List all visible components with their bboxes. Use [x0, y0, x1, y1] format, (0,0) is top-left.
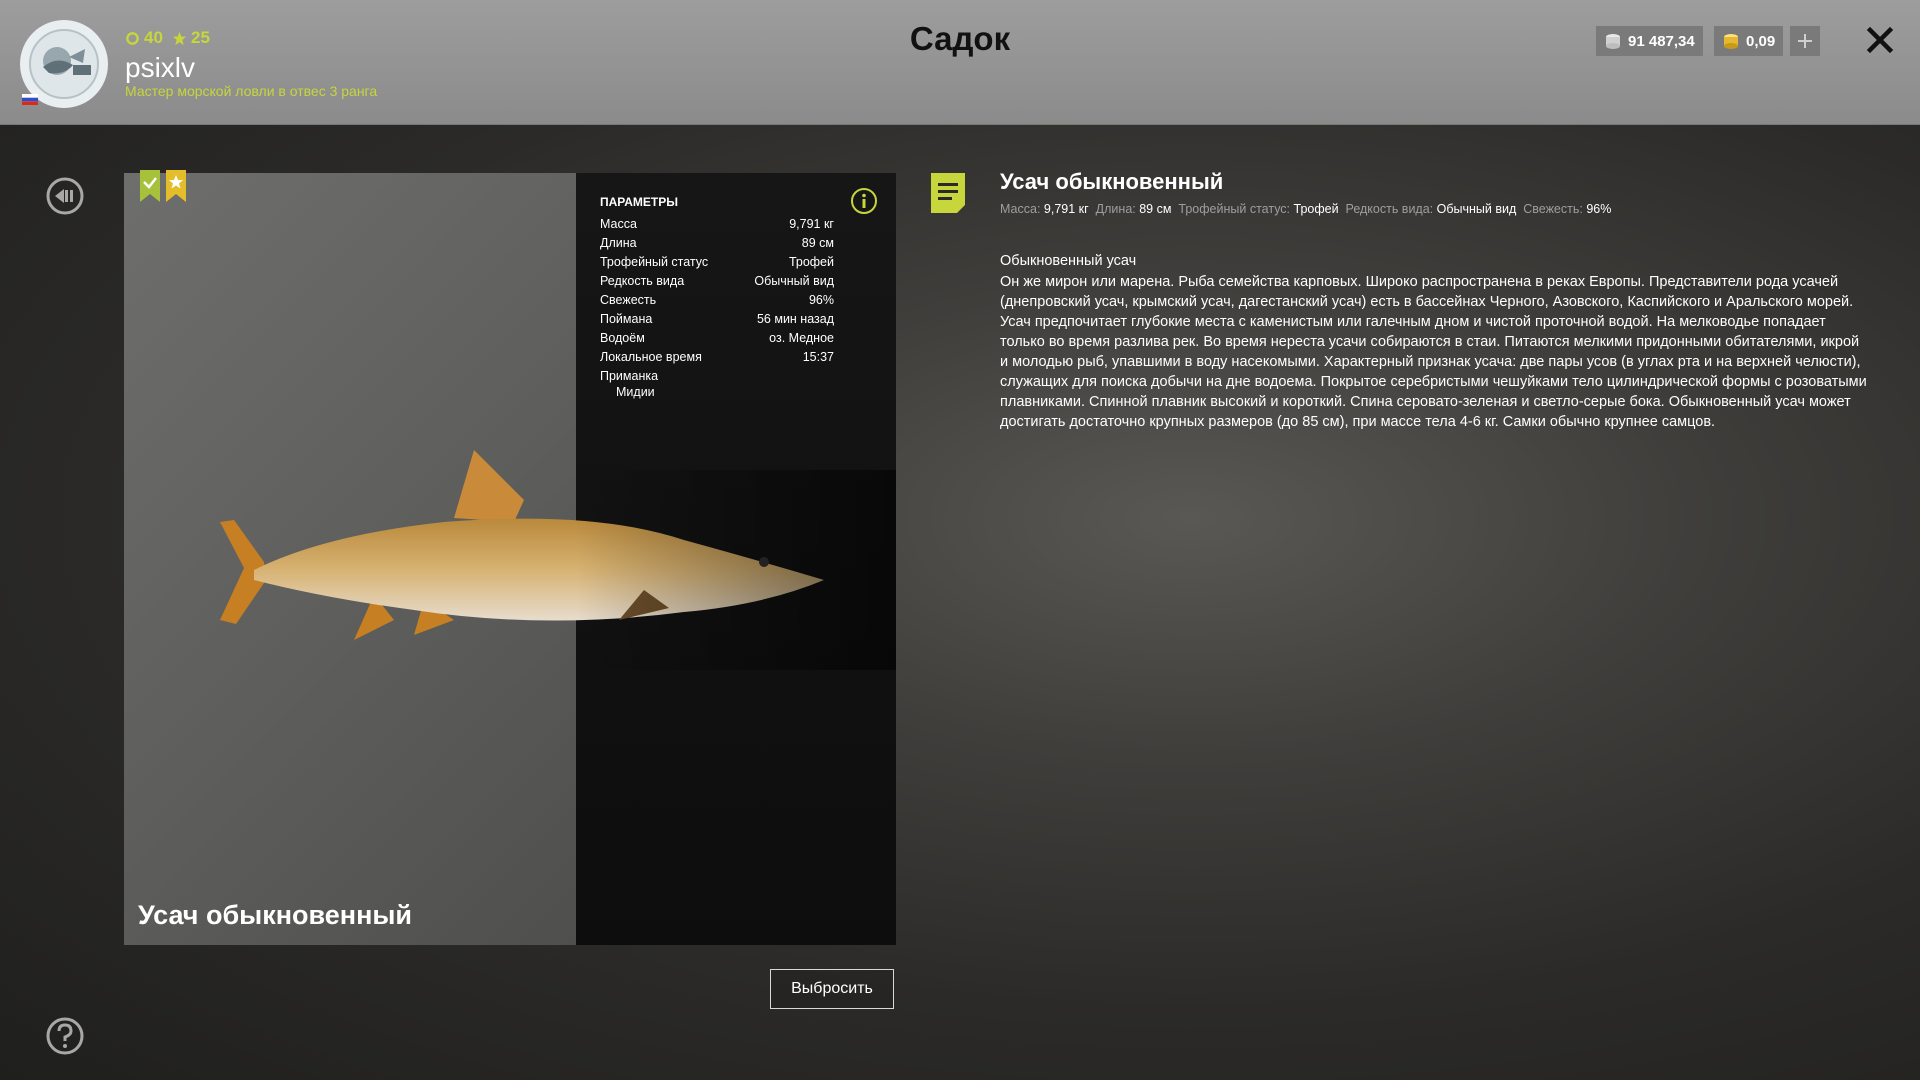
param-row-local-time: Локальное время 15:37 [600, 350, 834, 364]
document-icon [931, 173, 965, 213]
meta-label: Масса: [1000, 202, 1041, 216]
bait-value: Мидии [616, 385, 655, 399]
meta-value: Обычный вид [1436, 202, 1517, 216]
player-rank: Мастер морской ловли в отвес 3 ранга [125, 83, 378, 99]
param-label: Водоём [600, 331, 645, 345]
add-currency-button[interactable] [1790, 26, 1820, 56]
caught-check-badge-icon [140, 170, 160, 202]
meta-label: Трофейный статус: [1178, 202, 1291, 216]
param-row-rarity: Редкость вида Обычный вид [600, 274, 834, 288]
gold-coins-icon [1724, 34, 1738, 49]
parameters-title: ПАРАМЕТРЫ [600, 195, 678, 209]
plus-icon [1798, 34, 1812, 48]
param-row-mass: Масса 9,791 кг [600, 217, 834, 231]
param-label: Свежесть [600, 293, 657, 307]
param-value: 15:37 [802, 350, 834, 364]
meta-value: 9,791 кг [1043, 202, 1089, 216]
description-subtitle: Обыкновенный усач [1000, 253, 1137, 269]
description-text: Он же мирон или марена. Рыба семейства к… [1000, 274, 1867, 430]
gold-balance-value: 0,09 [1746, 32, 1776, 50]
param-label: Поймана [600, 312, 653, 326]
param-label: Длина [600, 236, 637, 250]
param-row-length: Длина 89 см [600, 236, 834, 250]
fish-eye [759, 557, 769, 567]
param-row-caught: Поймана 56 мин назад [600, 312, 834, 326]
param-label: Приманка [600, 369, 659, 383]
param-label: Локальное время [600, 350, 702, 364]
param-value: Трофей [788, 255, 834, 269]
fish-image [220, 450, 896, 670]
param-value: 96% [808, 293, 834, 307]
help-icon[interactable] [45, 1016, 85, 1056]
top-bar: 40 25 psixlv Мастер морской ловли в отве… [0, 0, 1920, 125]
meta-value: Трофей [1293, 202, 1339, 216]
meta-value: 96% [1586, 202, 1612, 216]
close-icon[interactable] [1864, 24, 1896, 56]
param-row-freshness: Свежесть 96% [600, 293, 834, 307]
param-value: оз. Медное [769, 331, 834, 345]
param-label: Редкость вида [600, 274, 685, 288]
param-value: 9,791 кг [789, 217, 834, 231]
param-row-bait: Приманка [600, 369, 834, 383]
param-value: Обычный вид [754, 274, 834, 288]
silver-balance[interactable]: 91 487,34 [1596, 26, 1703, 56]
description-title: Усач обыкновенный [1000, 169, 1224, 194]
param-row-trophy: Трофейный статус Трофей [600, 255, 834, 269]
gold-balance[interactable]: 0,09 [1714, 26, 1784, 56]
silver-balance-value: 91 487,34 [1628, 32, 1695, 50]
meta-value: 89 см [1139, 202, 1172, 216]
meta-label: Длина: [1095, 202, 1136, 216]
param-label: Масса [600, 217, 637, 231]
meta-label: Редкость вида: [1345, 202, 1434, 216]
dorsal-fin [454, 450, 524, 522]
fish-name-caption: Усач обыкновенный [138, 900, 413, 930]
back-icon[interactable] [45, 176, 85, 216]
russia-flag-icon [22, 94, 38, 105]
param-row-waterbody: Водоём оз. Медное [600, 331, 834, 345]
param-label: Трофейный статус [600, 255, 709, 269]
info-icon[interactable] [850, 187, 878, 215]
param-value: 56 мин назад [756, 312, 834, 326]
meta-label: Свежесть: [1523, 202, 1583, 216]
trophy-star-badge-icon [166, 170, 186, 202]
param-value: 89 см [801, 236, 834, 250]
discard-button[interactable]: Выбросить [770, 969, 894, 1009]
silver-coins-icon [1606, 34, 1620, 49]
description-meta: Масса: 9,791 кг Длина: 89 см Трофейный с… [1000, 202, 1611, 216]
